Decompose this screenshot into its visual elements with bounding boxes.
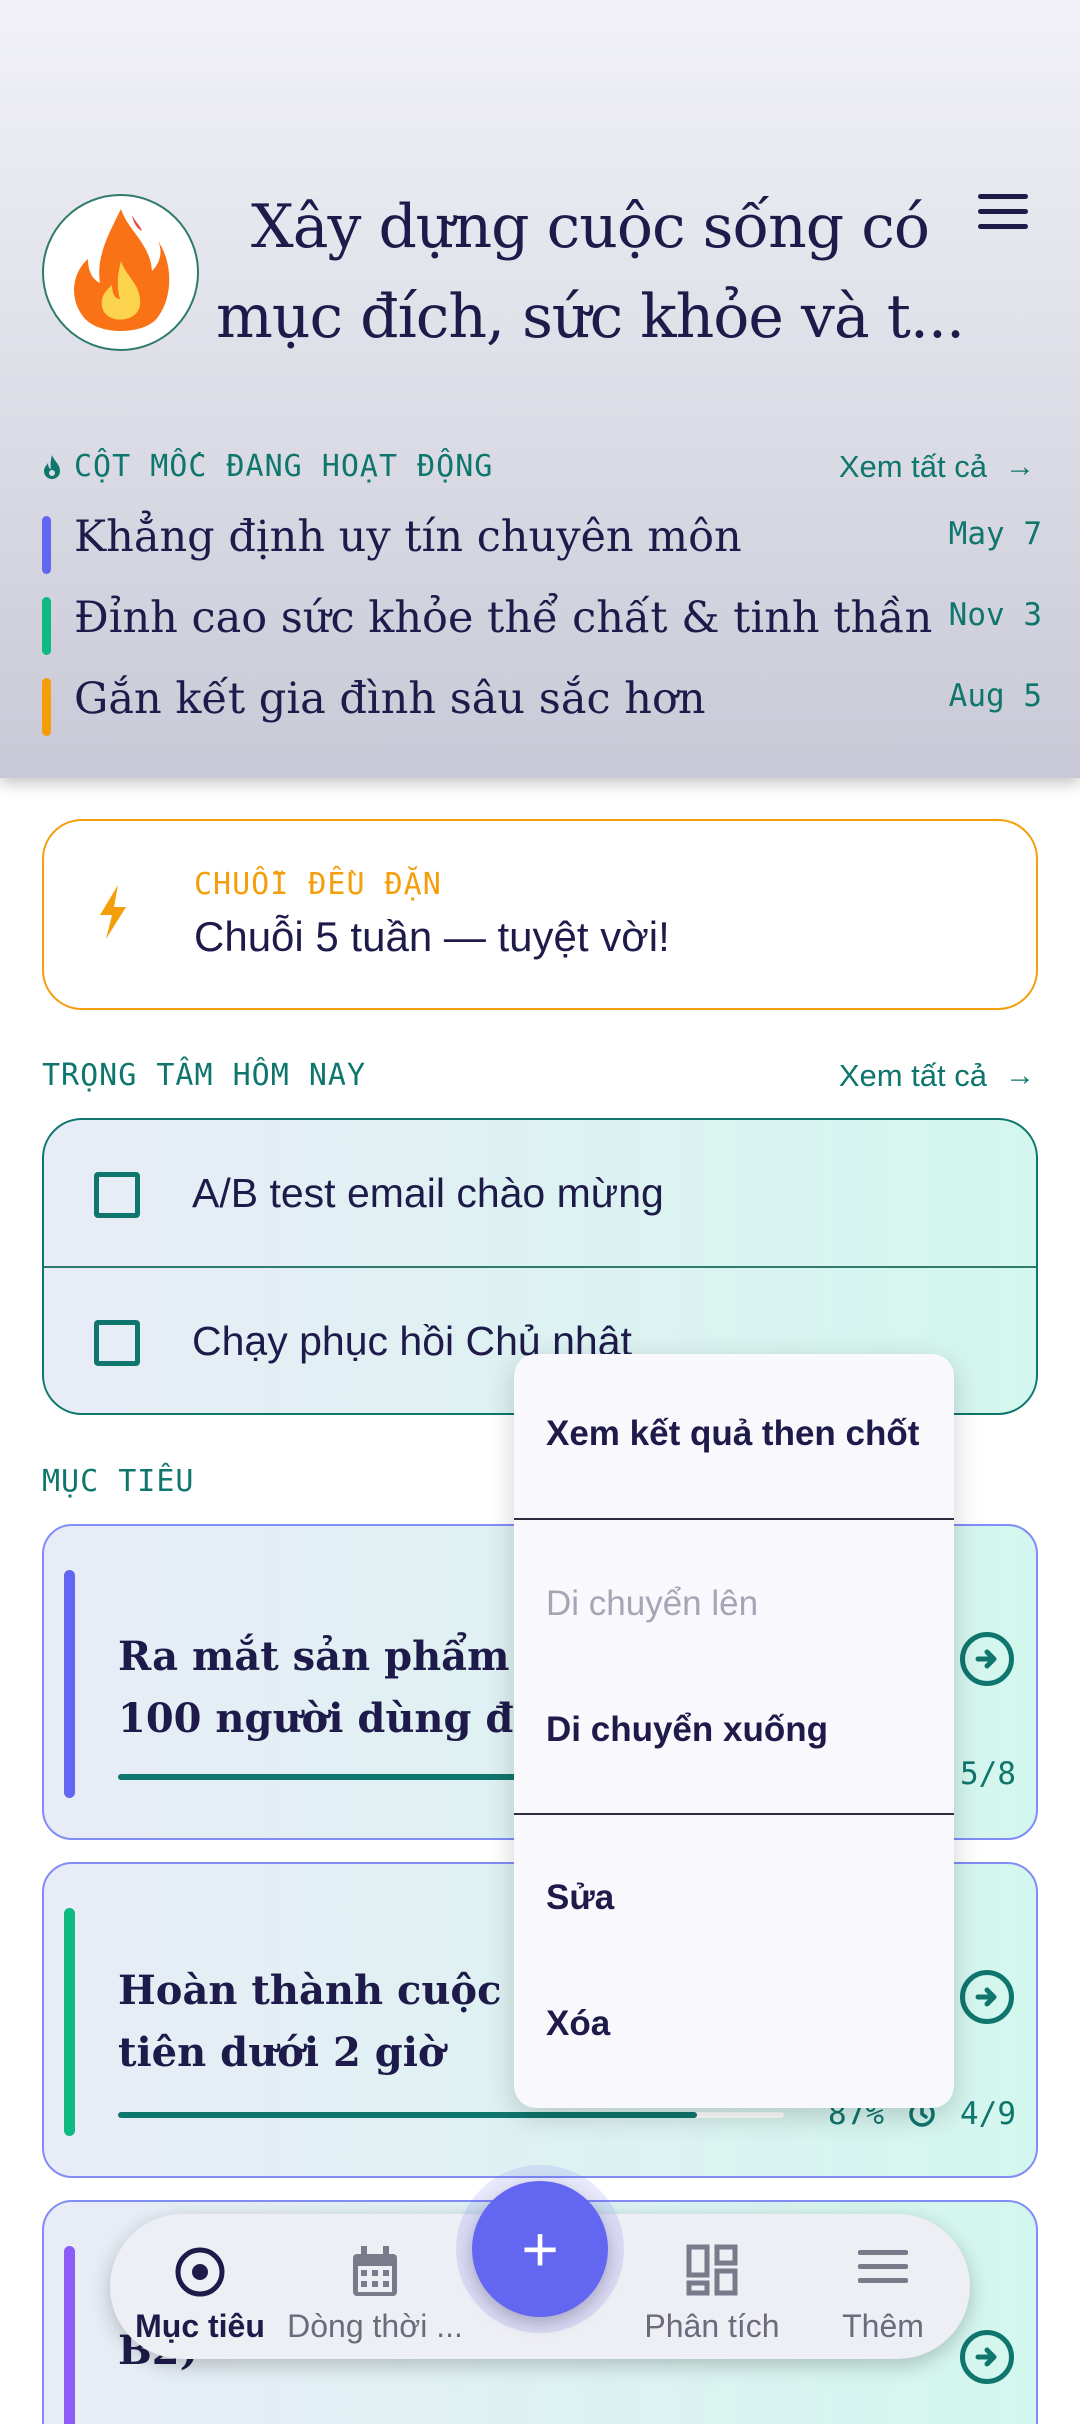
target-icon — [175, 2247, 225, 2297]
menu-divider — [514, 1813, 954, 1815]
nav-tab-label: Thêm — [842, 2308, 924, 2344]
header: Xây dựng cuộc sống có mục đích, sức khỏe… — [0, 0, 1080, 778]
nav-tab-label: Phân tích — [644, 2308, 780, 2344]
milestone-date: May 7 — [948, 516, 1042, 552]
focus-item-label: A/B test email chào mừng — [192, 1170, 664, 1216]
nav-tab-more[interactable]: Thêm — [793, 2226, 973, 2346]
goal-progress-fill — [118, 1774, 531, 1780]
see-all-label: Xem tất cả — [838, 1058, 987, 1093]
menu-item-view-key-results[interactable]: Xem kết quả then chốt — [546, 1414, 919, 1454]
fire-icon — [42, 194, 199, 351]
open-goal-icon[interactable] — [960, 1632, 1014, 1686]
milestone-color-bar — [42, 516, 51, 574]
dashboard-icon — [686, 2244, 738, 2296]
streak-card[interactable]: CHUỖI ĐỀU ĐẶN Chuỗi 5 tuần — tuyệt vời! — [42, 819, 1038, 1010]
goal-count: 5/8 — [960, 1756, 1016, 1792]
milestone-item[interactable]: Đỉnh cao sức khỏe thể chất & tinh thần N… — [42, 593, 1042, 655]
goal-progress-track — [118, 2112, 784, 2118]
goal-accent-bar — [64, 1570, 75, 1798]
goal-title-line: tiên dưới 2 giờ — [118, 2029, 445, 2076]
goal-title: Hoàn thành cuộc ch tiên dưới 2 giờ — [118, 1960, 569, 2084]
nav-tab-goals[interactable]: Mục tiêu — [110, 2226, 290, 2346]
goal-count: 4/9 — [960, 2096, 1016, 2132]
milestone-color-bar — [42, 678, 51, 736]
focus-label: TRỌNG TÂM HÔM NAY — [42, 1058, 367, 1093]
menu-item-move-up: Di chuyển lên — [546, 1584, 759, 1623]
menu-item-delete[interactable]: Xóa — [546, 2004, 610, 2044]
goals-label: MỤC TIÊU — [42, 1464, 195, 1499]
nav-tab-label: Dòng thời ... — [287, 2308, 463, 2344]
nav-tab-analytics[interactable]: Phân tích — [622, 2226, 802, 2346]
page-title: Xây dựng cuộc sống có mục đích, sức khỏe… — [215, 192, 965, 352]
milestone-color-bar — [42, 597, 51, 655]
milestones-label-text: CỘT MỐC ĐANG HOẠT ĐỘNG — [74, 449, 494, 484]
milestone-title: Khẳng định uy tín chuyên môn — [74, 512, 742, 562]
open-goal-icon[interactable] — [960, 1970, 1014, 2024]
menu-icon — [858, 2250, 908, 2283]
milestone-date: Nov 3 — [948, 597, 1042, 633]
milestone-title: Gắn kết gia đình sâu sắc hơn — [74, 674, 706, 724]
see-all-label: Xem tất cả — [838, 449, 987, 484]
menu-item-move-down[interactable]: Di chuyển xuống — [546, 1710, 828, 1750]
hamburger-menu-icon[interactable] — [978, 194, 1034, 238]
streak-message: Chuỗi 5 tuần — tuyệt vời! — [194, 913, 670, 960]
goal-stats: 5/8 — [960, 1756, 1016, 1792]
focus-checkbox[interactable] — [94, 1172, 140, 1218]
calendar-icon — [353, 2246, 397, 2296]
goal-accent-bar — [64, 1908, 75, 2136]
nav-tab-timeline[interactable]: Dòng thời ... — [285, 2226, 465, 2346]
milestones-label: CỘT MỐC ĐANG HOẠT ĐỘNG — [42, 449, 493, 484]
goal-progress-fill — [118, 2112, 698, 2118]
focus-item[interactable]: A/B test email chào mừng — [44, 1120, 1036, 1268]
nav-tab-label: Mục tiêu — [135, 2308, 265, 2344]
focus-see-all-link[interactable]: Xem tất cả → — [839, 1058, 1035, 1094]
milestone-date: Aug 5 — [948, 678, 1042, 714]
add-goal-button[interactable]: + — [472, 2181, 608, 2317]
milestone-item[interactable]: Khẳng định uy tín chuyên môn May 7 — [42, 512, 1042, 574]
menu-divider — [514, 1518, 954, 1520]
milestone-item[interactable]: Gắn kết gia đình sâu sắc hơn Aug 5 — [42, 674, 1042, 736]
arrow-right-icon: → — [1005, 450, 1035, 483]
flame-small-icon — [44, 454, 60, 479]
goal-context-menu: Xem kết quả then chốt Di chuyển lên Di c… — [514, 1354, 954, 2108]
goal-title-line: Hoàn thành cuộc ch — [118, 1967, 569, 2014]
arrow-right-icon: → — [1005, 1059, 1035, 1092]
milestone-title: Đỉnh cao sức khỏe thể chất & tinh thần — [74, 593, 933, 643]
streak-kicker: CHUỖI ĐỀU ĐẶN — [194, 867, 442, 902]
goal-accent-bar — [64, 2246, 75, 2424]
milestones-see-all-link[interactable]: Xem tất cả → — [839, 449, 1035, 485]
focus-checkbox[interactable] — [94, 1320, 140, 1366]
lightning-icon — [100, 885, 126, 939]
menu-item-edit[interactable]: Sửa — [546, 1878, 614, 1918]
